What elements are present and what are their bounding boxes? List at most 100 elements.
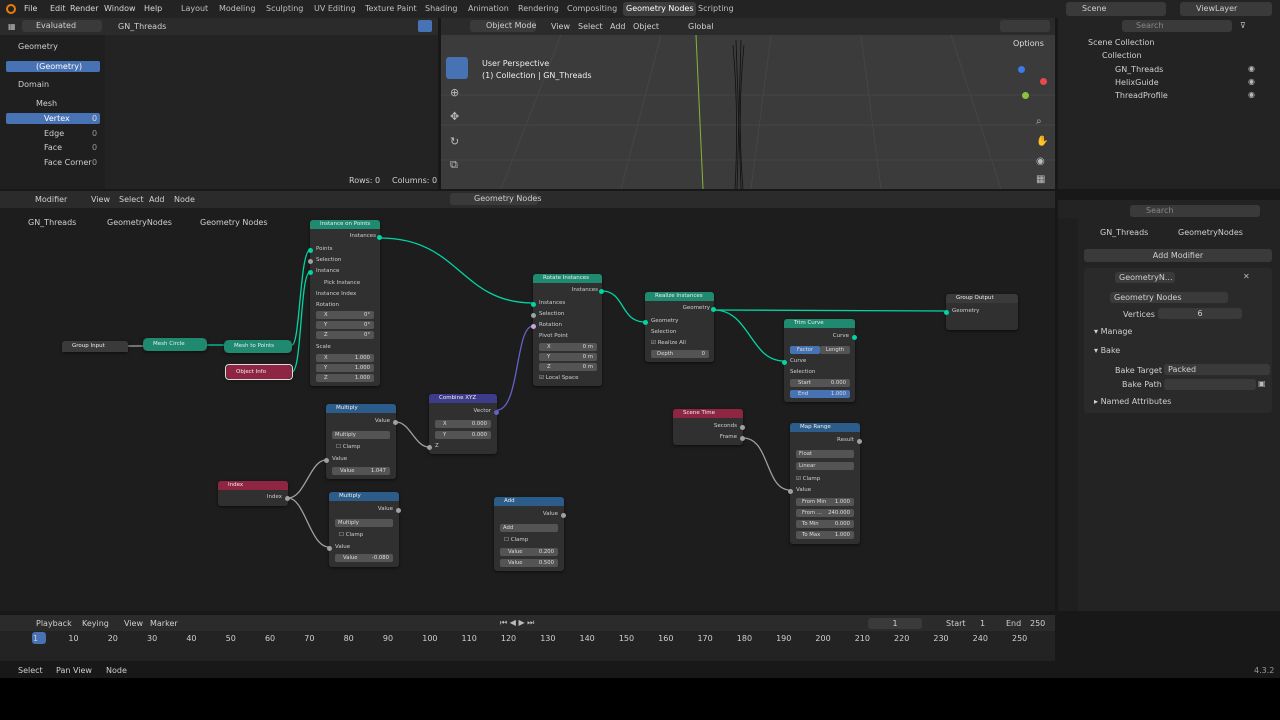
outliner-filter-icon[interactable]: ⊽ bbox=[1240, 21, 1246, 30]
to-min-field[interactable]: To Min 0.000 bbox=[796, 520, 854, 528]
factor-mode-button[interactable]: Factor bbox=[790, 346, 820, 354]
visibility-eye-icon[interactable]: ◉ bbox=[1248, 77, 1255, 86]
input-socket[interactable] bbox=[782, 360, 787, 365]
clamp-checkbox[interactable]: ☐ Clamp bbox=[336, 444, 360, 450]
node-trim-curve[interactable]: Trim Curve Curve Factor Length Curve Sel… bbox=[782, 319, 857, 402]
input-socket[interactable] bbox=[427, 445, 432, 450]
node-mesh-to-points[interactable]: Mesh to Points bbox=[224, 340, 292, 353]
timeline-view[interactable]: View bbox=[124, 619, 143, 628]
node-group-output[interactable]: Group Output Geometry bbox=[944, 294, 1018, 330]
input-socket[interactable] bbox=[531, 313, 536, 318]
scale-x-field[interactable]: X 1.000 bbox=[316, 354, 374, 362]
output-socket[interactable] bbox=[494, 410, 499, 415]
input-socket[interactable] bbox=[531, 324, 536, 329]
output-socket[interactable] bbox=[393, 420, 398, 425]
input-socket[interactable] bbox=[308, 270, 313, 275]
outliner-scene-collection[interactable]: Scene Collection bbox=[1088, 38, 1155, 47]
value-field[interactable]: Value 0.200 bbox=[500, 548, 558, 556]
checkbox-label[interactable]: Pick Instance bbox=[324, 280, 360, 286]
clamp-checkbox[interactable]: ☑ Clamp bbox=[796, 476, 820, 482]
output-socket[interactable] bbox=[857, 439, 862, 444]
output-socket[interactable] bbox=[285, 496, 290, 501]
input-socket[interactable] bbox=[643, 320, 648, 325]
output-socket[interactable] bbox=[852, 335, 857, 340]
bake-target-dropdown[interactable]: Packed bbox=[1164, 364, 1270, 375]
input-socket[interactable] bbox=[308, 259, 313, 264]
node-mesh-circle[interactable]: Mesh Circle bbox=[143, 338, 207, 351]
output-socket[interactable] bbox=[377, 235, 382, 240]
from-max-field[interactable]: From ... 240.000 bbox=[796, 509, 854, 517]
realize-all-checkbox[interactable]: ☑ Realize All bbox=[651, 340, 686, 346]
modifier-name-field[interactable]: GeometryN... bbox=[1115, 272, 1175, 283]
value-field[interactable]: Value 1.047 bbox=[332, 467, 390, 475]
value-field[interactable]: Value -0.080 bbox=[335, 554, 393, 562]
outliner-helixguide[interactable]: HelixGuide bbox=[1115, 78, 1159, 87]
pivot-z-field[interactable]: Z0 m bbox=[539, 363, 597, 371]
node-multiply[interactable]: Multiply Value Multiply ☐ Clamp Value Va… bbox=[324, 404, 398, 479]
local-space-checkbox[interactable]: ☑ Local Space bbox=[539, 375, 578, 381]
outliner-collection[interactable]: Collection bbox=[1102, 51, 1142, 60]
input-socket[interactable] bbox=[324, 458, 329, 463]
folder-icon[interactable]: ▣ bbox=[1258, 379, 1266, 388]
node-map-range[interactable]: Map Range Result Float Linear ☑ Clamp Va… bbox=[788, 423, 862, 544]
x-field[interactable]: X 0.000 bbox=[435, 420, 491, 428]
vertices-field[interactable]: 6 bbox=[1158, 308, 1242, 319]
outliner-search[interactable]: Search bbox=[1122, 20, 1232, 32]
scale-z-field[interactable]: Z 1.000 bbox=[316, 374, 374, 382]
timeline-playback[interactable]: Playback bbox=[36, 619, 72, 628]
node-index[interactable]: Index Index bbox=[218, 481, 290, 506]
visibility-eye-icon[interactable]: ◉ bbox=[1248, 90, 1255, 99]
input-socket[interactable] bbox=[327, 546, 332, 551]
bake-section[interactable]: ▾ Bake bbox=[1094, 346, 1120, 355]
rotation-y-field[interactable]: Y 0° bbox=[316, 321, 374, 329]
operation-dropdown[interactable]: Add bbox=[500, 524, 558, 532]
start-frame[interactable]: 1 bbox=[980, 619, 985, 628]
scale-y-field[interactable]: Y 1.000 bbox=[316, 364, 374, 372]
node-add[interactable]: Add Value Add ☐ Clamp Value 0.200 Value 0.… bbox=[494, 497, 566, 571]
named-attributes-section[interactable]: ▸ Named Attributes bbox=[1094, 397, 1171, 406]
current-frame-field[interactable]: 1 bbox=[868, 618, 922, 629]
playback-controls-icon[interactable]: ⏮ ◀ ▶ ⏭ bbox=[500, 618, 534, 628]
operation-dropdown[interactable]: Multiply bbox=[335, 519, 393, 527]
node-scene-time[interactable]: Scene Time Seconds Frame bbox=[673, 409, 745, 445]
add-modifier-button[interactable]: Add Modifier bbox=[1084, 249, 1272, 262]
outliner-gn-threads[interactable]: GN_Threads bbox=[1115, 65, 1163, 74]
output-socket[interactable] bbox=[599, 289, 604, 294]
y-field[interactable]: Y 0.000 bbox=[435, 431, 491, 439]
node-group-input[interactable]: Group Input bbox=[62, 341, 128, 352]
timeline-keying[interactable]: Keying bbox=[82, 619, 109, 628]
node-multiply[interactable]: Multiply Value Multiply ☐ Clamp Value Va… bbox=[327, 492, 401, 567]
node-realize-instances[interactable]: Realize Instances Geometry Geometry Sele… bbox=[643, 292, 716, 362]
output-socket[interactable] bbox=[561, 513, 566, 518]
node-group-selector[interactable]: Geometry Nodes bbox=[1110, 292, 1228, 303]
rotation-z-field[interactable]: Z 0° bbox=[316, 331, 374, 339]
node-object-info[interactable]: Object Info bbox=[225, 364, 293, 380]
visibility-eye-icon[interactable]: ◉ bbox=[1248, 64, 1255, 73]
output-socket[interactable] bbox=[740, 425, 745, 430]
clamp-checkbox[interactable]: ☐ Clamp bbox=[339, 532, 363, 538]
node-combine-xyz[interactable]: Combine XYZ Vector X 0.000 Y 0.000 Z bbox=[427, 394, 499, 454]
pivot-y-field[interactable]: Y0 m bbox=[539, 353, 597, 361]
input-socket[interactable] bbox=[531, 302, 536, 307]
end-field[interactable]: End 1.000 bbox=[790, 390, 850, 398]
input-socket[interactable] bbox=[788, 489, 793, 494]
interpolation-dropdown[interactable]: Linear bbox=[796, 462, 854, 470]
from-min-field[interactable]: From Min 1.000 bbox=[796, 498, 854, 506]
clamp-checkbox[interactable]: ☐ Clamp bbox=[504, 537, 528, 543]
to-max-field[interactable]: To Max 1.000 bbox=[796, 531, 854, 539]
start-field[interactable]: Start 0.000 bbox=[790, 379, 850, 387]
output-socket[interactable] bbox=[740, 436, 745, 441]
node-instance-on-points[interactable]: Instance on Points Instances Points Sele… bbox=[308, 220, 382, 386]
close-icon[interactable]: ✕ bbox=[1243, 272, 1250, 281]
data-type-dropdown[interactable]: Float bbox=[796, 450, 854, 458]
output-socket[interactable] bbox=[396, 508, 401, 513]
timeline-marker[interactable]: Marker bbox=[150, 619, 178, 628]
depth-field[interactable]: Depth 0 bbox=[651, 350, 709, 358]
view-layer-selector[interactable]: ViewLayer bbox=[1180, 2, 1272, 16]
bake-path-field[interactable] bbox=[1164, 379, 1256, 390]
input-socket[interactable] bbox=[944, 310, 949, 315]
node-rotate-instances[interactable]: Rotate Instances Instances Instances Sel… bbox=[531, 274, 604, 386]
length-mode-button[interactable]: Length bbox=[820, 346, 850, 354]
scene-selector[interactable]: Scene bbox=[1066, 2, 1166, 16]
operation-dropdown[interactable]: Multiply bbox=[332, 431, 390, 439]
